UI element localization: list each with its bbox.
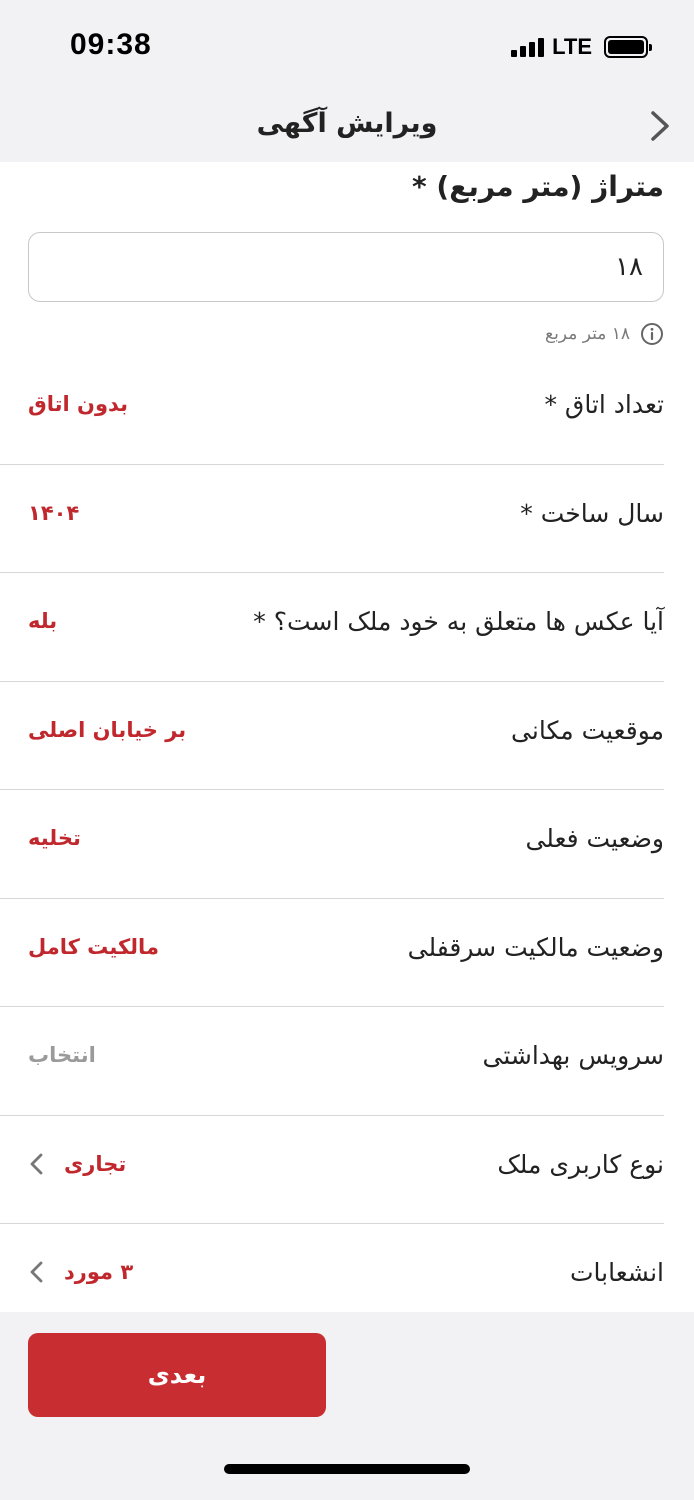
chevron-left-icon <box>30 1261 43 1283</box>
row-label: وضعیت فعلی <box>525 824 664 853</box>
row-value-text: بله <box>28 609 58 633</box>
row-value: بله <box>28 609 57 633</box>
row-rooms[interactable]: تعداد اتاق * بدون اتاق <box>0 356 664 465</box>
row-value: انتخاب <box>28 1043 96 1067</box>
row-current-status[interactable]: وضعیت فعلی تخلیه <box>0 790 664 899</box>
row-label: نوع کاربری ملک <box>497 1149 664 1179</box>
page-title: ویرایش آگهی <box>256 108 438 139</box>
row-restroom[interactable]: سرویس بهداشتی انتخاب <box>0 1007 664 1116</box>
row-ownership[interactable]: وضعیت مالکیت سرقفلی مالکیت کامل <box>0 899 664 1007</box>
row-value: ۱۴۰۴ <box>28 501 79 525</box>
row-value: بر خیابان اصلی <box>28 718 186 742</box>
back-button[interactable] <box>640 106 680 146</box>
row-label: انشعابات <box>570 1258 664 1287</box>
attribute-list: تعداد اتاق * بدون اتاق سال ساخت * ۱۴۰۴ آ… <box>0 356 694 1333</box>
row-value: تجاری <box>28 1152 126 1176</box>
row-value-text: بدون اتاق <box>28 392 129 416</box>
area-hint: ۱۸ متر مربع <box>545 322 664 346</box>
area-label: متراژ (متر مربع) * <box>412 170 664 203</box>
bottom-bar: بعدی <box>0 1312 694 1500</box>
chevron-right-icon <box>651 111 669 141</box>
signal-icon <box>511 37 545 57</box>
home-indicator <box>224 1464 470 1474</box>
navigation-bar: ویرایش آگهی <box>0 94 694 162</box>
row-value-text: مالکیت کامل <box>28 934 159 959</box>
row-value-text: ۱۴۰۴ <box>28 500 80 525</box>
row-label: سرویس بهداشتی <box>482 1041 664 1070</box>
chevron-left-icon <box>30 1153 43 1174</box>
battery-icon <box>604 36 652 58</box>
next-button[interactable]: بعدی <box>28 1333 326 1417</box>
area-input[interactable] <box>28 232 664 302</box>
network-type: LTE <box>552 34 592 59</box>
status-indicators: LTE <box>511 34 652 60</box>
info-icon <box>641 323 663 345</box>
row-value: ۳ مورد <box>28 1260 133 1284</box>
row-value-text: تجاری <box>64 1151 127 1176</box>
row-location[interactable]: موقعیت مکانی بر خیابان اصلی <box>0 682 664 790</box>
row-label: سال ساخت * <box>520 498 664 528</box>
row-value-text: ۳ مورد <box>64 1260 134 1284</box>
row-photos-own[interactable]: آیا عکس ها متعلق به خود ملک است؟ * بله <box>0 573 664 682</box>
row-usage-type[interactable]: نوع کاربری ملک تجاری <box>0 1116 664 1224</box>
row-label: وضعیت مالکیت سرقفلی <box>407 932 664 962</box>
row-label: موقعیت مکانی <box>511 715 664 745</box>
row-value-text: تخلیه <box>28 826 81 850</box>
row-value-text: انتخاب <box>28 1043 96 1067</box>
row-value-text: بر خیابان اصلی <box>28 717 187 742</box>
row-label: تعداد اتاق * <box>544 390 664 419</box>
row-value: مالکیت کامل <box>28 935 159 959</box>
row-build-year[interactable]: سال ساخت * ۱۴۰۴ <box>0 465 664 573</box>
row-value: تخلیه <box>28 826 81 850</box>
area-hint-text: ۱۸ متر مربع <box>545 324 630 344</box>
status-time: 09:38 <box>70 28 152 61</box>
row-value: بدون اتاق <box>28 392 128 416</box>
row-label: آیا عکس ها متعلق به خود ملک است؟ * <box>253 607 664 636</box>
status-bar: 09:38 LTE <box>0 0 694 94</box>
